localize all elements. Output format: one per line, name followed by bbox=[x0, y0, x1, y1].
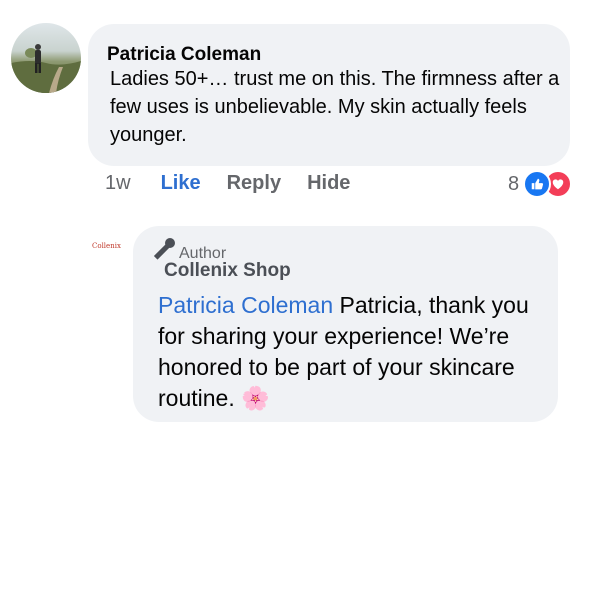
reactions-summary[interactable]: 8 bbox=[508, 170, 573, 198]
comment-text: Ladies 50+… trust me on this. The firmne… bbox=[110, 68, 560, 146]
avatar[interactable] bbox=[11, 23, 81, 93]
cherry-blossom-emoji: 🌸 bbox=[241, 385, 270, 411]
reaction-count: 8 bbox=[508, 172, 520, 195]
comment-author-name[interactable]: Patricia Coleman bbox=[107, 44, 261, 66]
comment-actions: 1w Like Reply Hide bbox=[105, 171, 376, 195]
reply-text: Patricia Coleman Patricia, thank you for… bbox=[158, 290, 558, 414]
reply-author-name[interactable]: Collenix Shop bbox=[164, 260, 291, 282]
comment-timestamp[interactable]: 1w bbox=[105, 172, 131, 195]
hide-button[interactable]: Hide bbox=[307, 172, 350, 195]
brand-logo[interactable]: Collenix bbox=[92, 242, 121, 250]
thumbs-up-icon bbox=[523, 170, 552, 198]
avatar-photo bbox=[11, 44, 81, 93]
mention-link[interactable]: Patricia Coleman bbox=[158, 292, 333, 318]
like-button[interactable]: Like bbox=[161, 172, 201, 195]
reply-button[interactable]: Reply bbox=[227, 172, 281, 195]
